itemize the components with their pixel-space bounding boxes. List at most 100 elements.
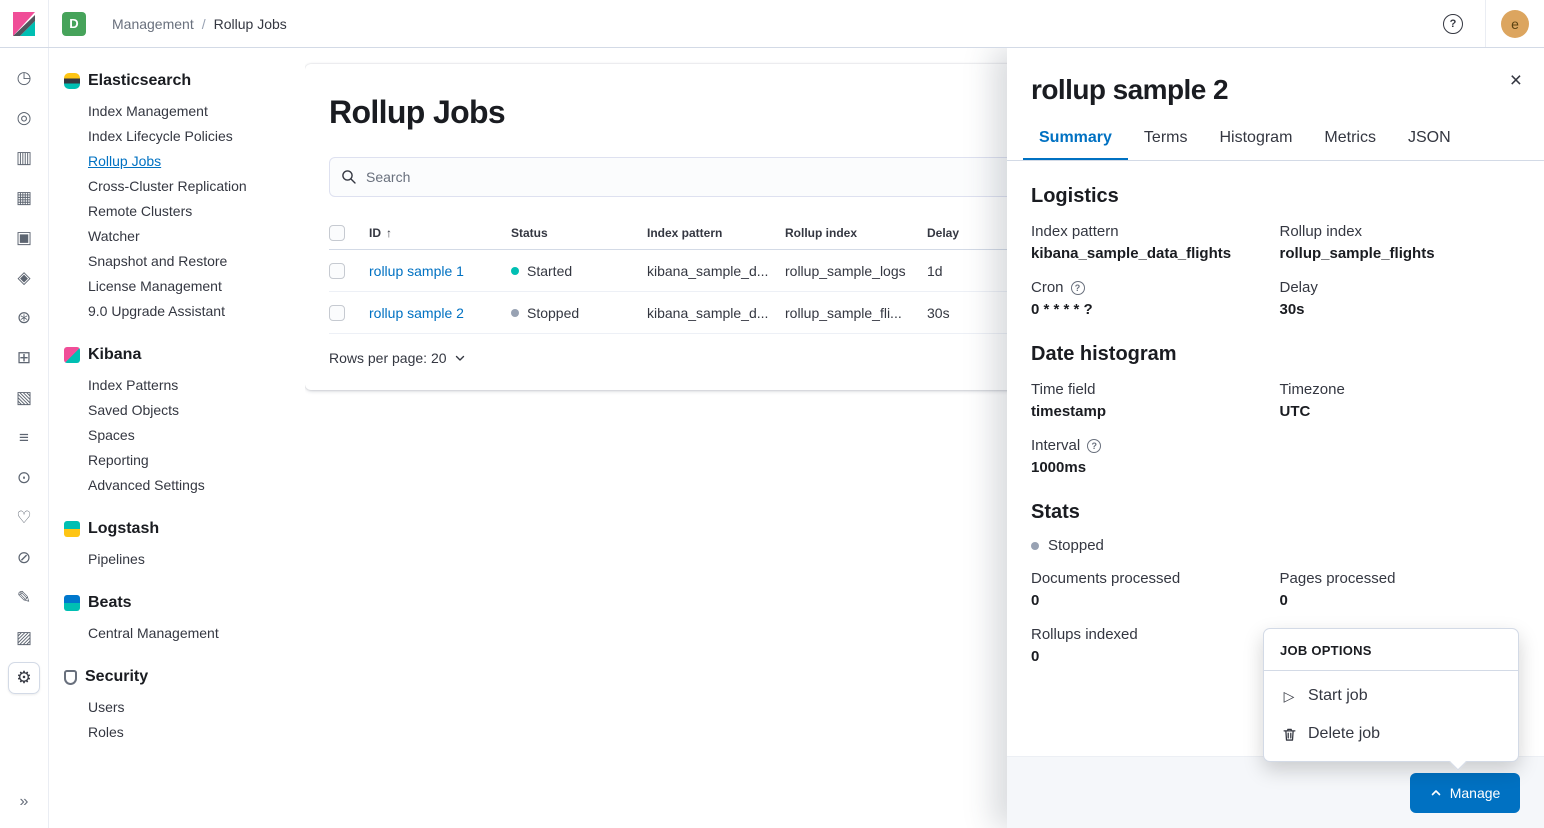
sidebar-section-title-security: Security bbox=[49, 668, 305, 686]
help-icon[interactable]: ? bbox=[1087, 438, 1102, 453]
sidebar-section-label: Kibana bbox=[88, 346, 142, 363]
status-dot-icon bbox=[511, 266, 519, 275]
stack-monitoring-icon[interactable]: ▨ bbox=[8, 622, 40, 654]
help-icon[interactable]: ? bbox=[1070, 280, 1085, 295]
status-label: Stopped bbox=[1048, 537, 1104, 554]
breadcrumb-management[interactable]: Management bbox=[112, 16, 194, 32]
detail-item-index-pattern: Index pattern kibana_sample_data_flights bbox=[1031, 223, 1272, 262]
detail-label: Documents processed bbox=[1031, 570, 1181, 587]
collapse-menu-icon[interactable]: » bbox=[8, 786, 40, 818]
column-header-id[interactable]: ID ↑ bbox=[369, 226, 495, 240]
select-all-checkbox[interactable] bbox=[329, 225, 345, 241]
rollup-job-link[interactable]: rollup sample 2 bbox=[369, 305, 495, 321]
delete-job-label: Delete job bbox=[1308, 725, 1381, 742]
detail-label: Timezone bbox=[1279, 381, 1345, 398]
section-logistics: Logistics Index pattern kibana_sample_data… bbox=[1031, 185, 1520, 318]
apm-icon[interactable]: ⊙ bbox=[8, 462, 40, 494]
tab-histogram[interactable]: Histogram bbox=[1203, 114, 1308, 160]
job-status: Stopped bbox=[1031, 537, 1520, 554]
popover-items: ▷ Start job Delete job bbox=[1264, 671, 1518, 761]
sidebar-item-saved-objects[interactable]: Saved Objects bbox=[49, 398, 305, 423]
detail-item-time-field: Time field timestamp bbox=[1031, 381, 1272, 420]
detail-value: 0 bbox=[1279, 592, 1288, 609]
row-checkbox[interactable] bbox=[329, 304, 345, 321]
sidebar-item-users[interactable]: Users bbox=[49, 695, 305, 720]
sidebar-item-central-management[interactable]: Central Management bbox=[49, 621, 305, 646]
detail-label: Rollup index bbox=[1279, 223, 1363, 240]
machine-learning-icon[interactable]: ⊛ bbox=[8, 302, 40, 334]
sidebar-item-index-patterns[interactable]: Index Patterns bbox=[49, 373, 305, 398]
section-title: Logistics bbox=[1031, 185, 1119, 207]
space-badge[interactable]: D bbox=[62, 11, 86, 36]
tab-summary[interactable]: Summary bbox=[1023, 114, 1128, 160]
status-dot-icon bbox=[511, 308, 519, 317]
sidebar-section-title-elasticsearch: Elasticsearch bbox=[49, 72, 305, 90]
rows-per-page-label: Rows per page: 20 bbox=[329, 350, 447, 366]
start-job-button[interactable]: ▷ Start job bbox=[1264, 677, 1518, 715]
start-job-label: Start job bbox=[1308, 687, 1368, 704]
sidebar-item-spaces[interactable]: Spaces bbox=[49, 423, 305, 448]
delete-job-button[interactable]: Delete job bbox=[1264, 715, 1518, 753]
detail-label: Cron? bbox=[1031, 279, 1272, 296]
detail-value: UTC bbox=[1279, 403, 1311, 420]
sidebar-item-license-management[interactable]: License Management bbox=[49, 274, 305, 299]
status-label: Started bbox=[527, 262, 573, 279]
sidebar-item-index-lifecycle-policies[interactable]: Index Lifecycle Policies bbox=[49, 124, 305, 149]
stack-management-icon[interactable]: ⚙ bbox=[8, 662, 40, 694]
close-icon[interactable]: × bbox=[1506, 66, 1526, 95]
sidebar-item-advanced-settings[interactable]: Advanced Settings bbox=[49, 473, 305, 498]
sidebar-section-label: Beats bbox=[88, 594, 132, 611]
column-header-rollup-index[interactable]: Rollup index bbox=[785, 226, 911, 240]
tab-json[interactable]: JSON bbox=[1392, 114, 1467, 160]
sidebar-item-watcher[interactable]: Watcher bbox=[49, 224, 305, 249]
elasticsearch-logo-icon bbox=[64, 73, 80, 89]
breadcrumb: Management / Rollup Jobs bbox=[112, 16, 287, 32]
sidebar-item-pipelines[interactable]: Pipelines bbox=[49, 547, 305, 572]
breadcrumb-rollup-jobs: Rollup Jobs bbox=[213, 15, 287, 32]
sidebar-item-9-0-upgrade-assistant[interactable]: 9.0 Upgrade Assistant bbox=[49, 299, 305, 324]
sidebar-item-rollup-jobs[interactable]: Rollup Jobs bbox=[49, 149, 305, 174]
dashboard-icon[interactable]: ▦ bbox=[8, 182, 40, 214]
tab-terms[interactable]: Terms bbox=[1128, 114, 1204, 160]
sidebar-item-reporting[interactable]: Reporting bbox=[49, 448, 305, 473]
detail-item-cron: Cron? 0 * * * * ? bbox=[1031, 279, 1272, 318]
sidebar-item-remote-clusters[interactable]: Remote Clusters bbox=[49, 199, 305, 224]
rollup-job-link[interactable]: rollup sample 1 bbox=[369, 263, 495, 279]
manage-button[interactable]: Manage bbox=[1410, 772, 1520, 813]
status-cell: Started bbox=[511, 263, 631, 279]
status-cell: Stopped bbox=[511, 305, 631, 321]
column-header-status[interactable]: Status bbox=[511, 226, 631, 240]
siem-icon[interactable]: ⊘ bbox=[8, 542, 40, 574]
discover-icon[interactable]: ◎ bbox=[8, 102, 40, 134]
recent-icon[interactable]: ◷ bbox=[8, 62, 40, 94]
detail-value: 30s bbox=[1279, 301, 1305, 318]
sidebar-item-index-management[interactable]: Index Management bbox=[49, 99, 305, 124]
visualize-icon[interactable]: ▥ bbox=[8, 142, 40, 174]
sidebar-section-label: Elasticsearch bbox=[88, 72, 192, 89]
uptime-icon[interactable]: ♡ bbox=[8, 502, 40, 534]
dev-tools-icon[interactable]: ✎ bbox=[8, 582, 40, 614]
detail-item-pages-processed: Pages processed 0 bbox=[1280, 570, 1521, 609]
detail-item-rollup-index: Rollup index rollup_sample_flights bbox=[1280, 223, 1521, 262]
popover-title: JOB OPTIONS bbox=[1264, 629, 1518, 671]
user-avatar[interactable]: e bbox=[1501, 9, 1529, 38]
logs-icon[interactable]: ≡ bbox=[8, 422, 40, 454]
rollup-index-cell: rollup_sample_fli... bbox=[785, 304, 902, 321]
row-checkbox[interactable] bbox=[329, 262, 345, 279]
tab-metrics[interactable]: Metrics bbox=[1308, 114, 1392, 160]
chevron-up-icon bbox=[1431, 789, 1441, 795]
metrics-icon[interactable]: ▧ bbox=[8, 382, 40, 414]
status-dot-icon bbox=[1031, 541, 1039, 550]
sidebar-item-roles[interactable]: Roles bbox=[49, 720, 305, 745]
kibana-logo[interactable] bbox=[0, 0, 49, 47]
help-icon[interactable]: ? bbox=[1443, 13, 1463, 34]
rows-per-page-button[interactable]: Rows per page: 20 bbox=[329, 350, 466, 366]
sidebar-item-cross-cluster-replication[interactable]: Cross-Cluster Replication bbox=[49, 174, 305, 199]
canvas-icon[interactable]: ▣ bbox=[8, 222, 40, 254]
sidebar-item-snapshot-and-restore[interactable]: Snapshot and Restore bbox=[49, 249, 305, 274]
rollup-index-cell: rollup_sample_logs bbox=[785, 262, 906, 279]
sidebar-section-kibana: Kibana Index Patterns Saved Objects Spaces R… bbox=[49, 346, 305, 498]
graph-icon[interactable]: ⊞ bbox=[8, 342, 40, 374]
maps-icon[interactable]: ◈ bbox=[8, 262, 40, 294]
column-header-index-pattern[interactable]: Index pattern bbox=[647, 226, 769, 240]
